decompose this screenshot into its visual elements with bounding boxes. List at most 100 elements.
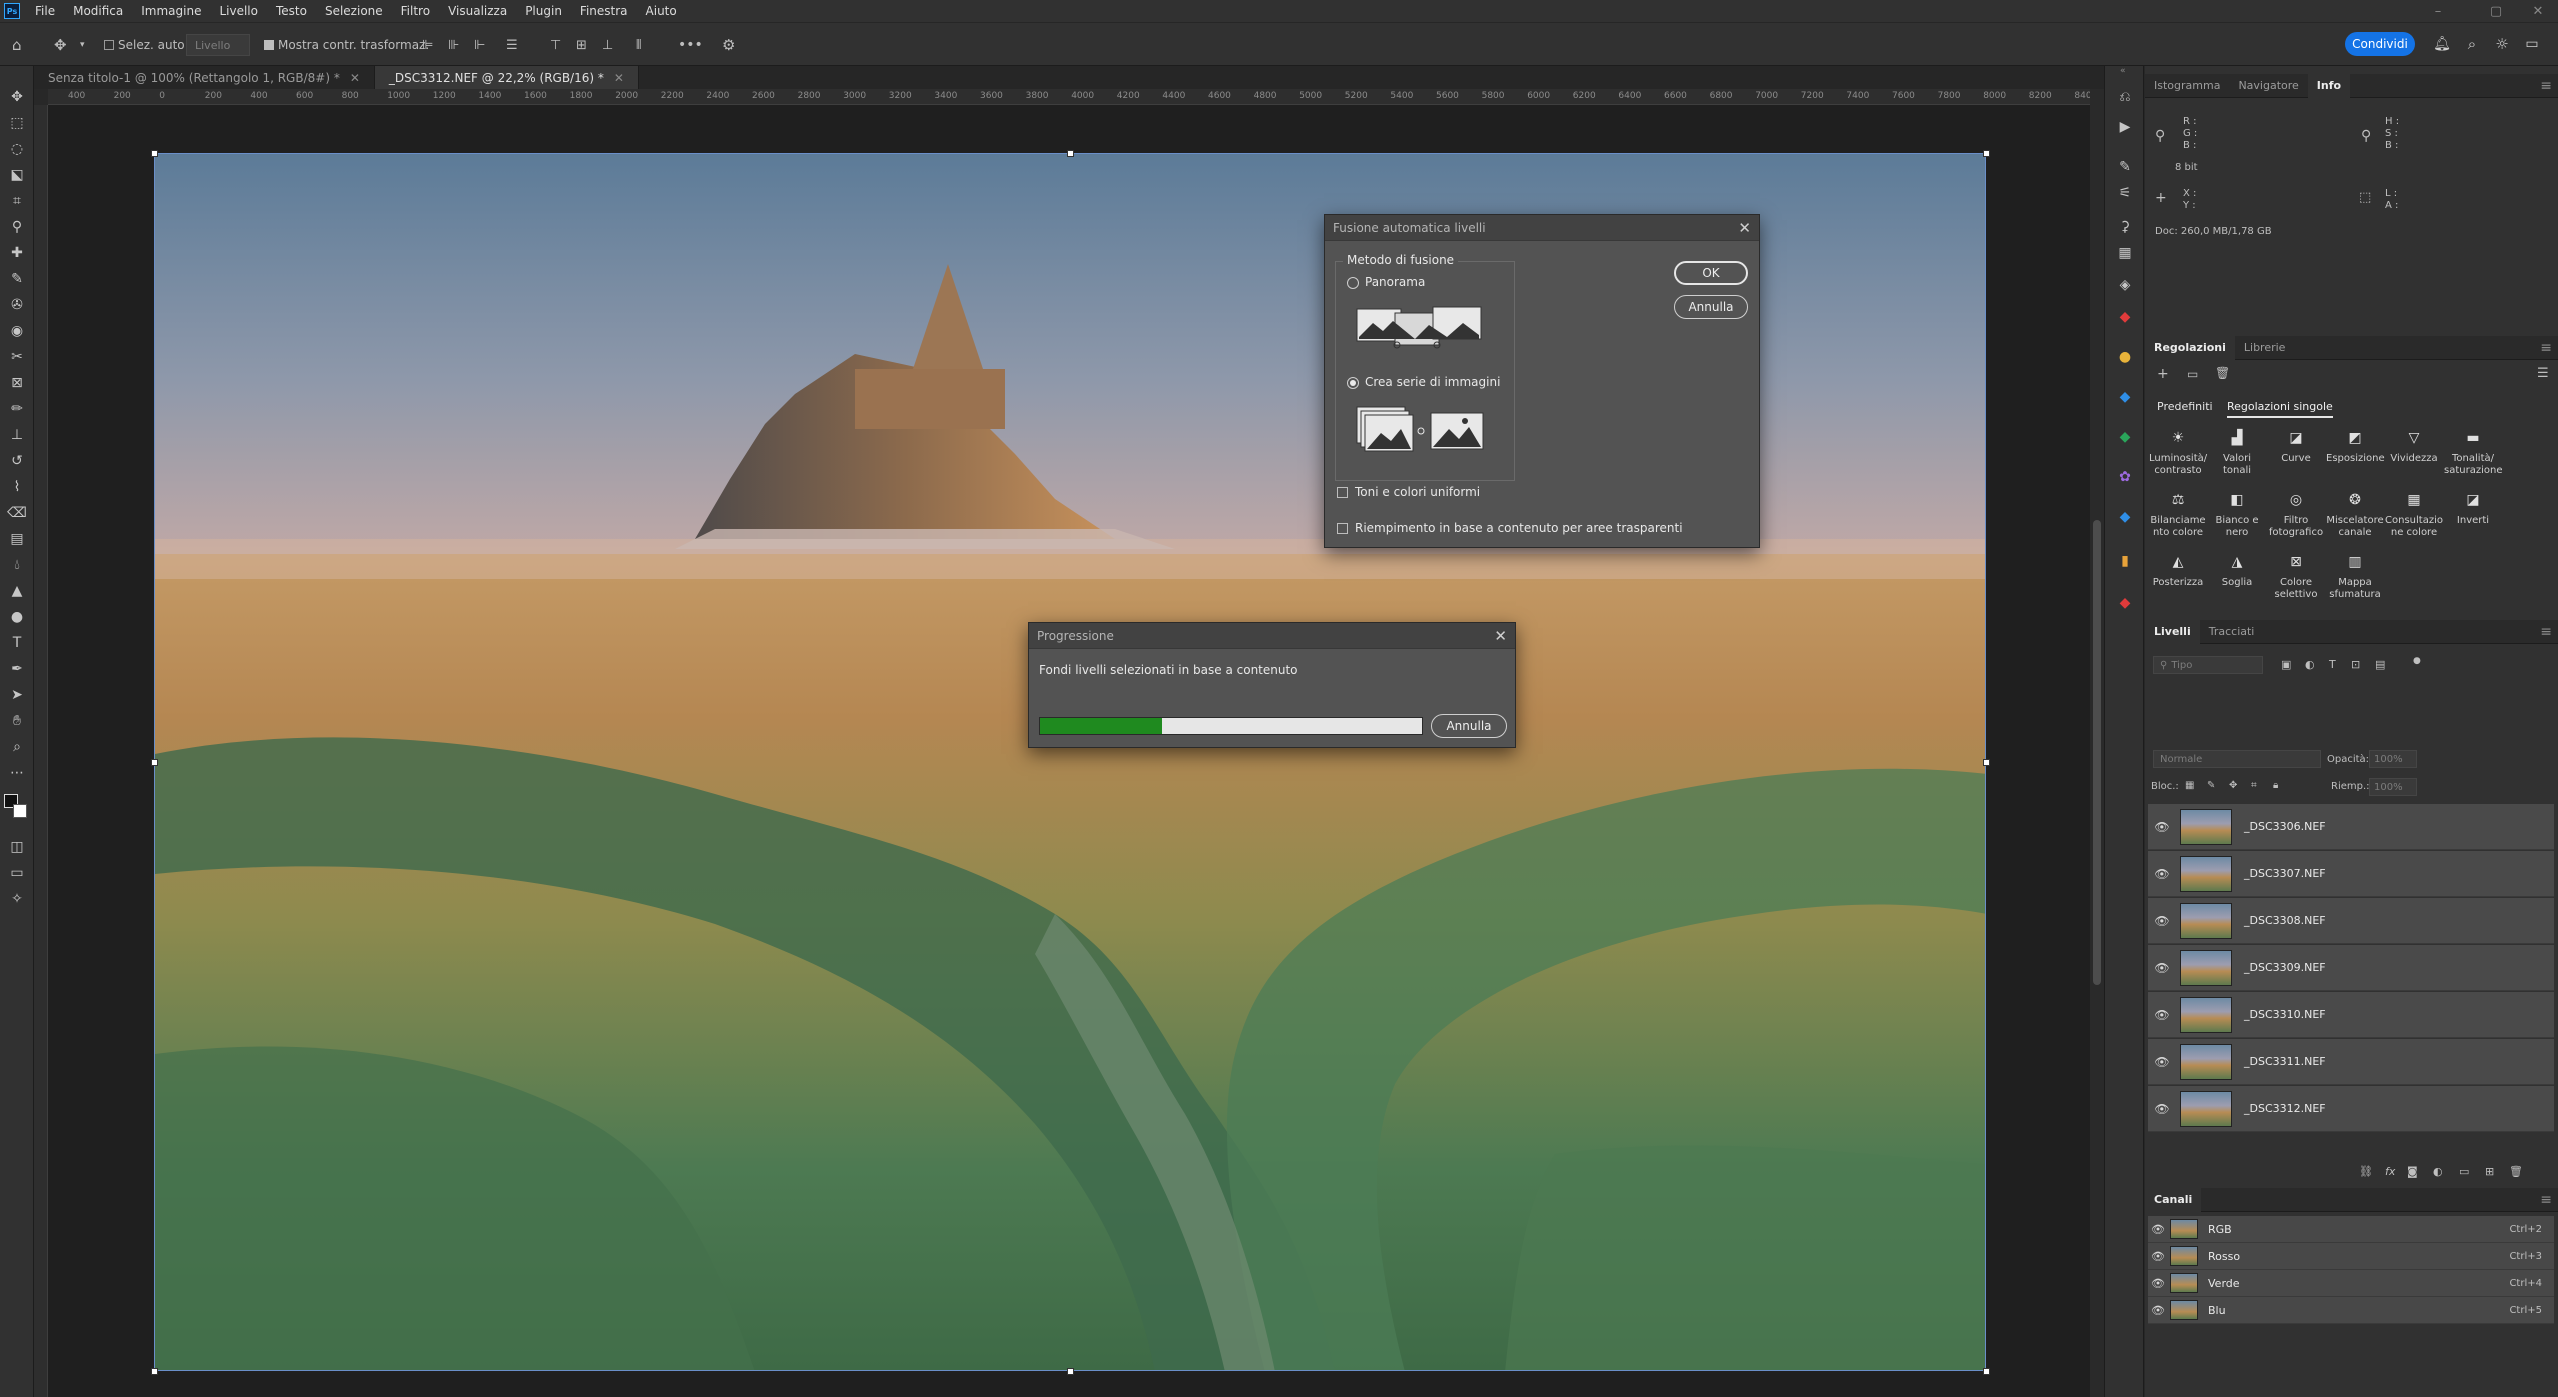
transform-handle[interactable] <box>1983 1368 1990 1375</box>
menu-visualizza[interactable]: Visualizza <box>439 4 516 18</box>
cancel-button[interactable]: Annulla <box>1431 714 1507 738</box>
close-icon[interactable]: ✕ <box>1494 627 1507 645</box>
pen-tool-icon[interactable]: ✒ <box>6 658 28 680</box>
channel-row[interactable]: 👁︎ Rosso Ctrl+3 <box>2148 1243 2554 1270</box>
adjust-channel-mixer[interactable]: ❂ Miscelatore canale <box>2326 493 2384 539</box>
bell-icon[interactable]: 🔔︎ <box>2430 32 2454 56</box>
quick-mask-icon[interactable]: ◫ <box>6 836 28 858</box>
filter-toggle-icon[interactable]: ● <box>2413 656 2421 666</box>
workspace-icon[interactable]: ▭ <box>2520 32 2544 56</box>
adjust-threshold[interactable]: ◮ Soglia <box>2208 555 2266 589</box>
more-options-icon[interactable]: ••• <box>678 23 703 67</box>
eye-icon[interactable]: 👁︎ <box>2148 867 2176 881</box>
menu-selezione[interactable]: Selezione <box>316 4 392 18</box>
object-select-tool-icon[interactable]: ⬕ <box>6 164 28 186</box>
spot-heal-tool-icon[interactable]: ✚ <box>6 242 28 264</box>
glyphs-icon[interactable]: ▦ <box>2114 242 2136 264</box>
brush-settings-icon[interactable]: ✎ <box>2114 156 2136 178</box>
folder-icon[interactable]: ▭ <box>2187 367 2198 381</box>
plugin-orange-icon[interactable]: ▮ <box>2114 550 2136 572</box>
fx-icon[interactable]: fx <box>2385 1165 2395 1178</box>
show-transform-option[interactable]: Mostra contr. trasformaz. <box>264 23 429 67</box>
hand-tool-icon[interactable]: ✋︎ <box>6 710 28 732</box>
type-tool-icon[interactable]: T <box>6 632 28 654</box>
adjust-black-white[interactable]: ◧ Bianco e nero <box>2208 493 2266 539</box>
adjust-invert[interactable]: ◪ Inverti <box>2444 493 2502 527</box>
collapse-icon[interactable]: « <box>2120 66 2126 76</box>
adjust-levels[interactable]: ▟ Valori tonali <box>2208 431 2266 477</box>
cancel-button[interactable]: Annulla <box>1674 295 1748 319</box>
auto-select-dropdown[interactable]: Livello <box>186 34 250 56</box>
history-brush-icon[interactable]: ↺ <box>6 450 28 472</box>
channel-row[interactable]: 👁︎ RGB Ctrl+2 <box>2148 1216 2554 1243</box>
align-bottom-icon[interactable]: ⊥ <box>602 23 613 67</box>
screen-mode-icon[interactable]: ▭ <box>6 862 28 884</box>
content-fill-label[interactable]: Riempimento in base a contenuto per aree… <box>1355 521 1683 535</box>
subtab-predefiniti[interactable]: Predefiniti <box>2157 400 2213 413</box>
layer-row[interactable]: 👁︎ _DSC3309.NEF <box>2148 945 2554 991</box>
frame-tool-icon[interactable]: ⊠ <box>6 372 28 394</box>
lock-position-icon[interactable]: ✥ <box>2229 780 2237 791</box>
brush-tool-icon[interactable]: ✏ <box>6 398 28 420</box>
channel-row[interactable]: 👁︎ Blu Ctrl+5 <box>2148 1297 2554 1324</box>
align-right-icon[interactable]: ⊩ <box>474 23 485 67</box>
adjust-vibrance[interactable]: ▽ Vividezza <box>2385 431 2443 465</box>
menu-plugin[interactable]: Plugin <box>516 4 571 18</box>
patch-tool-icon[interactable]: ✇ <box>6 294 28 316</box>
lasso-tool-icon[interactable]: ◌ <box>6 138 28 160</box>
search-icon[interactable]: ⌕ <box>2460 32 2484 56</box>
tab-livelli[interactable]: Livelli <box>2145 619 2200 644</box>
adjust-selective-color[interactable]: ⊠ Colore selettivo <box>2267 555 2325 601</box>
move-tool-icon[interactable]: ✥ <box>6 86 28 108</box>
adjust-exposure[interactable]: ◩ Esposizione <box>2326 431 2385 465</box>
plugin-ai-icon[interactable]: ◈ <box>2114 274 2136 296</box>
menu-livello[interactable]: Livello <box>210 4 267 18</box>
adjust-brightness[interactable]: ☀ Luminosità/ contrasto <box>2149 431 2207 477</box>
transform-handle[interactable] <box>151 150 158 157</box>
tab-canali[interactable]: Canali <box>2145 1187 2202 1212</box>
menu-aiuto[interactable]: Aiuto <box>637 4 686 18</box>
tool-preset-chevron-icon[interactable]: ▾ <box>80 23 85 67</box>
transform-handle[interactable] <box>151 759 158 766</box>
align-left-icon[interactable]: ⊫ <box>422 23 433 67</box>
panorama-label[interactable]: Panorama <box>1365 275 1425 289</box>
move-tool-icon[interactable]: ✥ <box>54 23 67 67</box>
align-center-icon[interactable]: ⊪ <box>448 23 459 67</box>
eye-icon[interactable]: 👁︎ <box>2148 961 2176 975</box>
fill-input[interactable]: 100% <box>2369 778 2417 796</box>
more-tools-icon[interactable]: ⋯ <box>6 762 28 784</box>
layer-row[interactable]: 👁︎ _DSC3307.NEF <box>2148 851 2554 897</box>
mask-icon[interactable]: ◙ <box>2407 1165 2418 1178</box>
menu-file[interactable]: File <box>26 4 64 18</box>
align-middle-icon[interactable]: ⊞ <box>576 23 587 67</box>
adjust-photo-filter[interactable]: ◎ Filtro fotografico <box>2267 493 2325 539</box>
history-icon[interactable]: ⎌ <box>2114 86 2136 108</box>
filter-smart-icon[interactable]: ▤ <box>2375 658 2385 671</box>
menu-testo[interactable]: Testo <box>267 4 316 18</box>
adjust-curves[interactable]: ◪ Curve <box>2267 431 2325 465</box>
layer-row[interactable]: 👁︎ _DSC3312.NEF <box>2148 1086 2554 1132</box>
eye-icon[interactable]: 👁︎ <box>2148 1223 2168 1236</box>
new-layer-icon[interactable]: ⊞ <box>2485 1165 2494 1178</box>
eye-icon[interactable]: 👁︎ <box>2148 914 2176 928</box>
filter-shape-icon[interactable]: ⊡ <box>2351 658 2360 671</box>
remove-tool-icon[interactable]: ✎ <box>6 268 28 290</box>
menu-modifica[interactable]: Modifica <box>64 4 132 18</box>
auto-select-option[interactable]: Selez. auto: <box>104 23 189 67</box>
layer-row[interactable]: 👁︎ _DSC3306.NEF <box>2148 804 2554 850</box>
transform-handle[interactable] <box>1067 1368 1074 1375</box>
plugin-blue-icon[interactable]: ◆ <box>2114 386 2136 408</box>
gradient-tool-icon[interactable]: ▤ <box>6 528 28 550</box>
align-top-icon[interactable]: ⊤ <box>550 23 561 67</box>
adjust-color-lookup[interactable]: ▦ Consultazio ne colore <box>2385 493 2443 539</box>
gear-icon[interactable]: ⚙ <box>722 23 735 67</box>
tab-regolazioni[interactable]: Regolazioni <box>2145 335 2235 360</box>
subtab-regolazioni-singole[interactable]: Regolazioni singole <box>2227 400 2333 418</box>
transform-handle[interactable] <box>1983 759 1990 766</box>
lock-all-icon[interactable]: 🔒︎ <box>2273 780 2278 791</box>
plugin-green-icon[interactable]: ◆ <box>2114 426 2136 448</box>
close-icon[interactable]: ✕ <box>350 71 360 85</box>
actions-play-icon[interactable]: ▶ <box>2114 116 2136 138</box>
eye-icon[interactable]: 👁︎ <box>2148 820 2176 834</box>
layer-row[interactable]: 👁︎ _DSC3311.NEF <box>2148 1039 2554 1085</box>
